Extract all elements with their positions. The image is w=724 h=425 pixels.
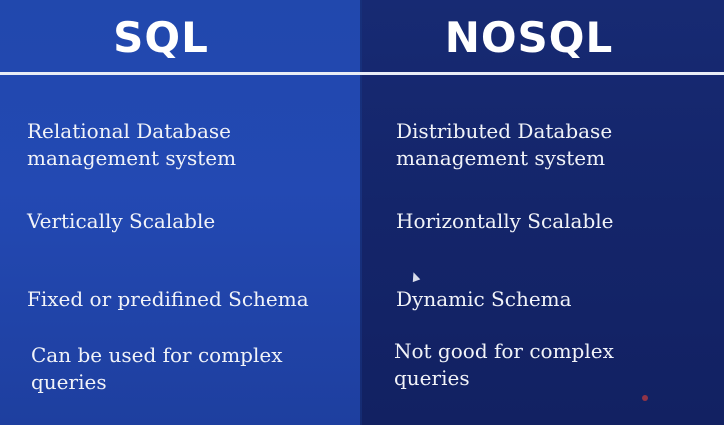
sql-heading: SQL: [113, 13, 209, 62]
sql-row-type: Relational Database management system: [27, 119, 237, 170]
nosql-heading: NOSQL: [444, 13, 614, 62]
nosql-row-queries: Not good for complex queries: [394, 339, 614, 390]
sql-row-schema: Fixed or predifined Schema: [27, 287, 309, 311]
nosql-row-schema: Dynamic Schema: [396, 287, 572, 311]
header-divider: [0, 72, 724, 75]
sql-row-scalability: Vertically Scalable: [27, 209, 216, 233]
nosql-row-type: Distributed Database management system: [396, 119, 613, 170]
nosql-row-scalability: Horizontally Scalable: [396, 209, 614, 233]
pointer-dot-icon: [642, 395, 648, 401]
comparison-slide: SQL NOSQL Relational Database management…: [0, 0, 724, 425]
sql-row-queries: Can be used for complex queries: [31, 343, 283, 394]
